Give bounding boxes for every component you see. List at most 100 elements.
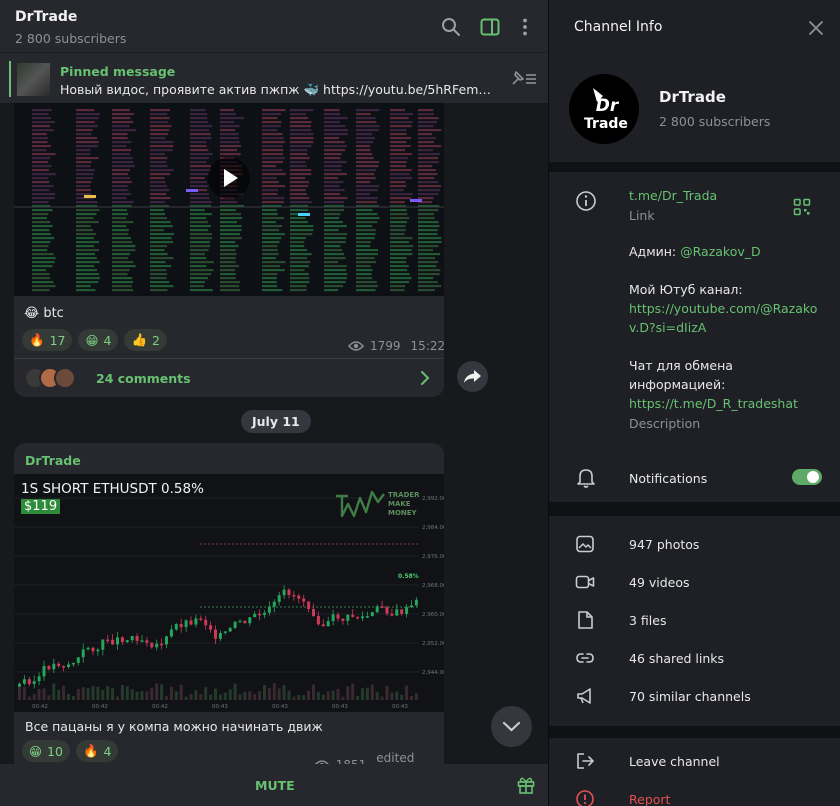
report-button[interactable]: Report xyxy=(549,780,840,806)
media-row-videos[interactable]: 49 videos xyxy=(549,563,840,601)
channel-link[interactable]: t.me/Dr_Trada xyxy=(629,186,819,205)
reaction-grin[interactable]: 😁 4 xyxy=(78,329,119,351)
order-book-row xyxy=(356,253,379,256)
volume-bar xyxy=(169,686,173,700)
order-book-row xyxy=(390,245,414,248)
notifications-label: Notifications xyxy=(629,471,708,486)
order-book-row xyxy=(150,277,167,280)
order-book-row xyxy=(190,265,207,268)
order-book-row xyxy=(290,181,310,184)
close-icon[interactable] xyxy=(808,20,824,36)
chat-title[interactable]: DrTrade xyxy=(15,9,77,25)
chat-url[interactable]: https://t.me/D_R_tradeshat xyxy=(629,394,819,413)
commenter-avatars xyxy=(24,367,76,389)
order-book-row xyxy=(356,161,380,164)
media-row-links[interactable]: 46 shared links xyxy=(549,639,840,677)
order-book-row xyxy=(112,185,128,188)
order-book-row xyxy=(324,201,345,204)
order-book-row xyxy=(112,229,129,232)
reaction-grin[interactable]: 😁 10 xyxy=(22,740,70,762)
volume-bar xyxy=(199,694,203,700)
pin-list-icon[interactable] xyxy=(509,68,537,88)
order-book-row xyxy=(290,189,306,192)
candle-body xyxy=(233,621,237,628)
order-book-row xyxy=(290,153,308,156)
order-book-row xyxy=(418,169,437,172)
volume-bar xyxy=(321,694,325,700)
comments-button[interactable]: 24 comments xyxy=(14,358,444,397)
order-book-row xyxy=(418,137,436,140)
order-book-row xyxy=(390,197,412,200)
order-book-row xyxy=(262,253,279,256)
leave-channel-button[interactable]: Leave channel xyxy=(549,742,840,780)
order-book-row xyxy=(150,153,165,156)
volume-bar xyxy=(282,685,286,700)
volume-bar xyxy=(356,696,360,700)
gift-icon[interactable] xyxy=(516,775,536,795)
order-book-row xyxy=(262,245,278,248)
more-options-icon[interactable] xyxy=(514,16,536,38)
order-book-row xyxy=(190,197,210,200)
qr-code-icon[interactable] xyxy=(793,198,811,216)
reaction-thumbs-up[interactable]: 👍 2 xyxy=(124,329,167,351)
trade-screenshot[interactable]: 2,992.002,984.002,976.002,968.002,960.00… xyxy=(14,474,444,712)
notifications-toggle[interactable] xyxy=(792,469,822,485)
reaction-count: 2 xyxy=(152,332,160,348)
volume-bar xyxy=(385,685,389,700)
order-book-row xyxy=(112,113,134,116)
message-author[interactable]: DrTrade xyxy=(25,453,81,468)
order-book-row xyxy=(150,145,174,148)
candle-body xyxy=(111,639,115,645)
share-button[interactable] xyxy=(457,361,488,392)
order-book-row xyxy=(32,117,52,120)
volume-bar xyxy=(71,695,75,700)
reaction-fire[interactable]: 🔥 4 xyxy=(75,740,119,762)
channel-avatar[interactable]: Dr Trade xyxy=(569,74,639,144)
order-book-row xyxy=(390,133,407,136)
volume-bar xyxy=(165,696,168,700)
search-icon[interactable] xyxy=(440,16,462,38)
reaction-emoji: 🔥 xyxy=(82,743,99,758)
order-book-row xyxy=(190,237,212,240)
message-chart-post[interactable]: DrTrade 2,992.002,984.002,976.002,968.00… xyxy=(14,443,444,773)
candle-body xyxy=(253,613,257,618)
info-icon xyxy=(576,191,596,211)
order-book-row xyxy=(390,153,412,156)
volume-bar xyxy=(410,695,413,700)
order-book-row xyxy=(32,265,53,268)
order-book-row xyxy=(150,229,165,232)
chat-header[interactable]: DrTrade 2 800 subscribers xyxy=(0,0,548,52)
youtube-url[interactable]: https://youtube.com/@Razakov.D?si=dIizA xyxy=(629,299,819,337)
candle-body xyxy=(101,639,105,650)
video-preview[interactable] xyxy=(14,103,444,296)
order-book-row xyxy=(112,161,134,164)
order-book-row xyxy=(190,289,213,292)
reaction-fire[interactable]: 🔥 17 xyxy=(22,329,73,351)
order-book-row xyxy=(290,253,312,256)
order-book-row xyxy=(76,133,92,136)
order-book-row xyxy=(324,181,344,184)
message-video-post[interactable]: 😂 btc 🔥 17 😁 4 👍 2 1799 15:22 24 comment… xyxy=(14,103,444,397)
order-book-row xyxy=(356,181,371,184)
order-book-row xyxy=(324,265,347,268)
media-row-photos[interactable]: 947 photos xyxy=(549,525,840,563)
order-book-row xyxy=(290,277,310,280)
media-row-files[interactable]: 3 files xyxy=(549,601,840,639)
order-book-row xyxy=(190,141,207,144)
scroll-down-button[interactable] xyxy=(491,706,532,747)
brand-text: TRADER MAKE MONEY xyxy=(388,491,420,517)
sidebar-toggle-icon[interactable] xyxy=(479,16,501,38)
media-row-similar[interactable]: 70 similar channels xyxy=(549,677,840,715)
mute-button[interactable]: MUTE xyxy=(255,778,295,793)
order-book-row xyxy=(190,217,207,220)
order-book-row xyxy=(390,265,409,268)
order-book-row xyxy=(290,125,311,128)
order-book-row xyxy=(390,253,413,256)
order-book-row xyxy=(290,221,309,224)
trade-title: 1S SHORT ETHUSDT 0.58% xyxy=(21,481,204,497)
admin-handle[interactable]: @Razakov_D xyxy=(680,244,761,259)
candle-body xyxy=(57,663,61,666)
volume-bar xyxy=(184,696,188,700)
pinned-message[interactable]: Pinned message Новый видос, проявите акт… xyxy=(0,52,548,103)
play-icon[interactable] xyxy=(208,157,250,199)
